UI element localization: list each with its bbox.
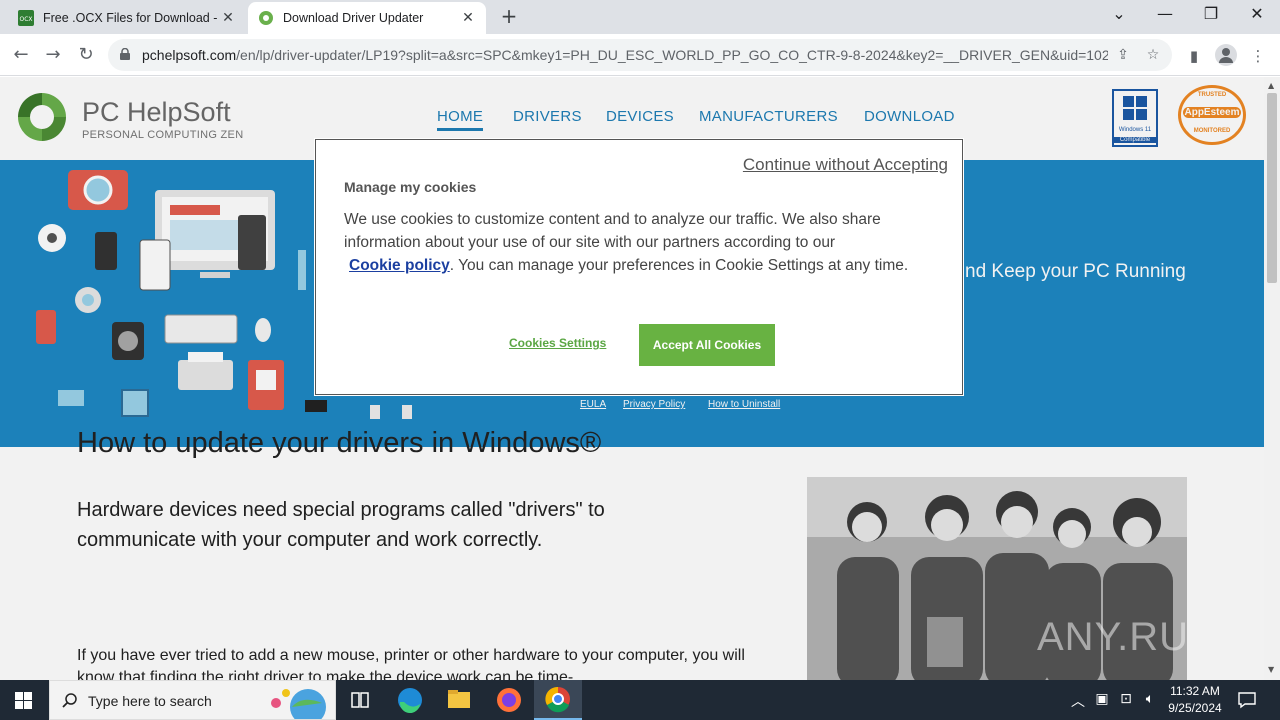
clock-time: 11:32 AM bbox=[1170, 684, 1220, 698]
profile-avatar-icon[interactable] bbox=[1215, 44, 1237, 66]
tab-title: Free .OCX Files for Download - O bbox=[43, 11, 220, 25]
side-panel-icon[interactable]: ▮ bbox=[1184, 47, 1204, 65]
meet-now-icon[interactable]: ▣ bbox=[1092, 691, 1112, 707]
reload-icon[interactable]: ↻ bbox=[75, 44, 97, 66]
cookie-body-text: We use cookies to customize content and … bbox=[344, 211, 881, 251]
window-close-button[interactable]: ✕ bbox=[1242, 4, 1272, 23]
scroll-down-icon[interactable]: ▼ bbox=[1268, 665, 1274, 674]
url-text: pchelpsoft.com/en/lp/driver-updater/LP19… bbox=[142, 47, 1108, 63]
edge-browser-icon[interactable] bbox=[386, 680, 434, 720]
browser-tab-strip: OCX Free .OCX Files for Download - O ✕ D… bbox=[0, 0, 1280, 34]
clock-date: 9/25/2024 bbox=[1168, 701, 1222, 715]
tray-chevron-up-icon[interactable]: ︿ bbox=[1068, 691, 1088, 711]
scrollbar-thumb[interactable] bbox=[1267, 93, 1277, 283]
search-placeholder: Type here to search bbox=[88, 693, 212, 709]
menu-kebab-icon[interactable]: ⋮ bbox=[1248, 47, 1268, 65]
notification-center-icon[interactable] bbox=[1238, 691, 1256, 709]
continue-without-accepting-link[interactable]: Continue without Accepting bbox=[743, 155, 948, 175]
browser-toolbar: ← → ↻ pchelpsoft.com/en/lp/driver-update… bbox=[0, 34, 1280, 76]
taskbar-search-box[interactable]: Type here to search bbox=[49, 680, 336, 720]
windows-start-icon[interactable] bbox=[15, 692, 32, 709]
file-explorer-icon[interactable] bbox=[435, 680, 483, 720]
tab-ocx-files[interactable]: OCX Free .OCX Files for Download - O ✕ bbox=[8, 2, 246, 34]
accept-all-cookies-button[interactable]: Accept All Cookies bbox=[639, 324, 775, 366]
page-scrollbar[interactable]: ▲ ▼ bbox=[1264, 77, 1280, 680]
taskbar-clock[interactable]: 11:32 AM 9/25/2024 bbox=[1162, 683, 1228, 717]
cookies-settings-button[interactable]: Cookies Settings bbox=[509, 336, 606, 350]
chrome-icon bbox=[545, 686, 570, 713]
lock-icon bbox=[120, 48, 130, 60]
forward-arrow-icon[interactable]: → bbox=[42, 44, 64, 66]
windows-taskbar: Type here to search ︿ ▣ ⊡ 🔈︎ 11:32 AM 9/… bbox=[0, 680, 1280, 720]
cookie-policy-link[interactable]: Cookie policy bbox=[349, 257, 450, 274]
url-path: /en/lp/driver-updater/LP19?split=a&src=S… bbox=[236, 47, 1108, 63]
svg-text:OCX: OCX bbox=[19, 16, 32, 23]
cookie-dialog-body: We use cookies to customize content and … bbox=[344, 208, 944, 277]
close-icon[interactable]: ✕ bbox=[460, 10, 476, 26]
ocx-favicon-icon: OCX bbox=[18, 10, 34, 26]
scroll-up-icon[interactable]: ▲ bbox=[1268, 81, 1274, 90]
minimize-button[interactable]: — bbox=[1150, 4, 1180, 23]
tab-title: Download Driver Updater bbox=[283, 11, 424, 25]
volume-icon[interactable]: 🔈︎ bbox=[1140, 691, 1160, 707]
cookie-dialog-title: Manage my cookies bbox=[344, 179, 477, 195]
tab-search-chevron-icon[interactable]: ⌄ bbox=[1104, 4, 1134, 23]
url-domain: pchelpsoft.com bbox=[142, 47, 237, 63]
search-icon bbox=[62, 693, 77, 708]
search-highlight-icon bbox=[271, 689, 326, 719]
task-view-icon[interactable] bbox=[336, 680, 384, 720]
firefox-icon[interactable] bbox=[485, 680, 533, 720]
network-icon[interactable]: ⊡ bbox=[1116, 691, 1136, 707]
new-tab-button[interactable]: + bbox=[498, 6, 520, 28]
chrome-taskbar-button[interactable] bbox=[534, 680, 582, 720]
screen: OCX Free .OCX Files for Download - O ✕ D… bbox=[0, 0, 1280, 720]
pchelpsoft-favicon-icon bbox=[259, 11, 273, 25]
cookie-consent-dialog: Continue without Accepting Manage my coo… bbox=[315, 139, 963, 395]
share-icon[interactable]: ⇪ bbox=[1115, 47, 1131, 63]
back-arrow-icon[interactable]: ← bbox=[10, 44, 32, 66]
restore-button[interactable]: ❐ bbox=[1196, 4, 1226, 23]
tab-driver-updater[interactable]: Download Driver Updater ✕ bbox=[248, 2, 486, 34]
close-icon[interactable]: ✕ bbox=[220, 10, 236, 26]
address-bar[interactable]: pchelpsoft.com/en/lp/driver-updater/LP19… bbox=[108, 39, 1172, 71]
cookie-body-text-end: . You can manage your preferences in Coo… bbox=[449, 257, 909, 274]
bookmark-star-icon[interactable]: ☆ bbox=[1145, 47, 1161, 63]
